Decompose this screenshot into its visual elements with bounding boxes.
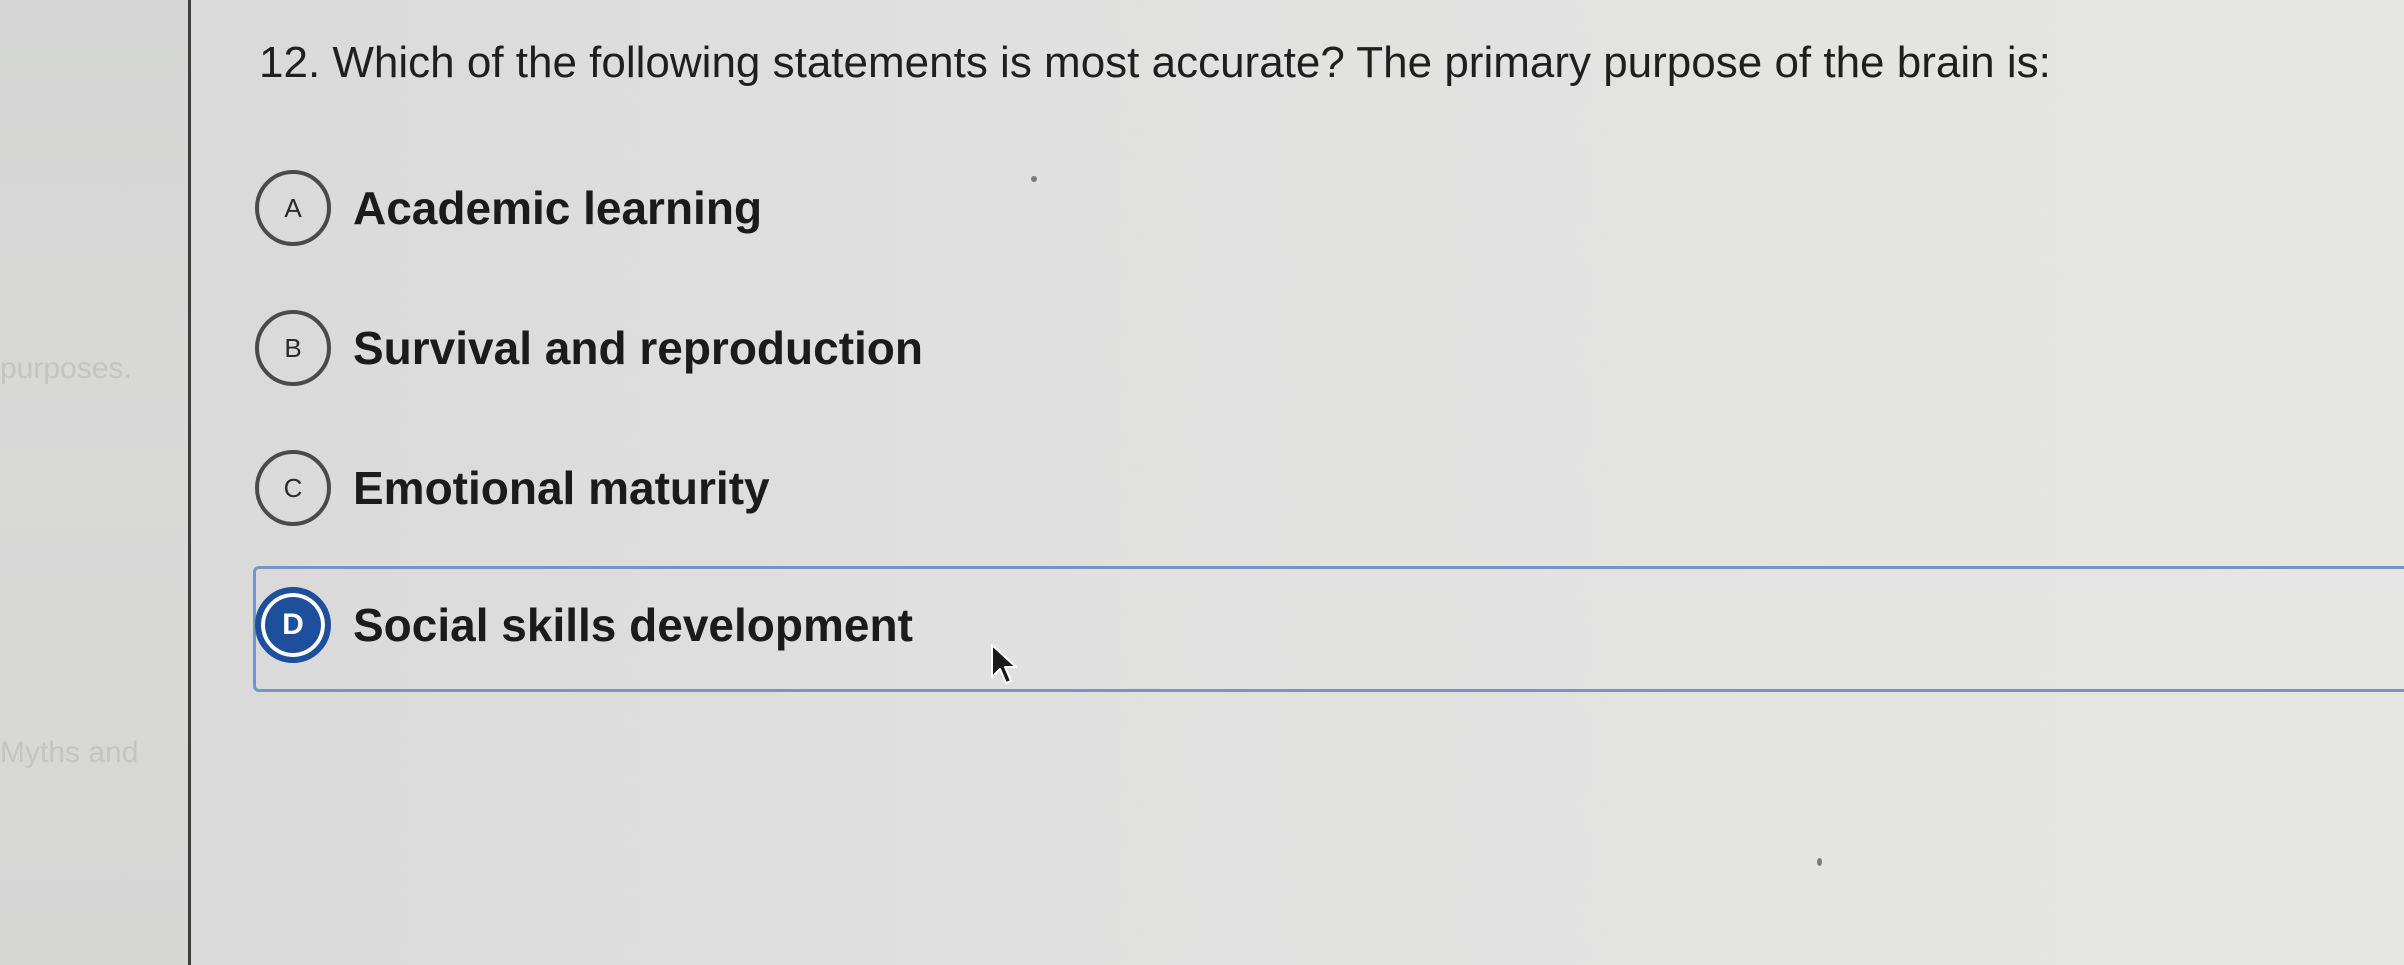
ghost-text: Myths and [0,736,139,769]
option-d[interactable]: D Social skills development [255,575,913,675]
ghost-text: purposes. [0,352,132,385]
screen-speck [1817,858,1822,866]
background-left-panel: purposes. Myths and [0,0,188,965]
option-c[interactable]: C Emotional maturity [255,438,770,538]
screen-speck [1031,176,1037,182]
option-a-radio[interactable]: A [255,170,331,246]
option-d-label[interactable]: Social skills development [353,598,913,652]
question-text: 12. Which of the following statements is… [259,38,2051,87]
option-b[interactable]: B Survival and reproduction [255,298,923,398]
mouse-pointer-icon [991,644,1017,684]
option-c-radio[interactable]: C [255,450,331,526]
question-panel: 12. Which of the following statements is… [191,0,2404,965]
option-a-label[interactable]: Academic learning [353,181,762,235]
option-a[interactable]: A Academic learning [255,158,762,258]
option-b-label[interactable]: Survival and reproduction [353,321,923,375]
option-d-radio-selected[interactable]: D [255,587,331,663]
option-b-radio[interactable]: B [255,310,331,386]
option-c-label[interactable]: Emotional maturity [353,461,770,515]
